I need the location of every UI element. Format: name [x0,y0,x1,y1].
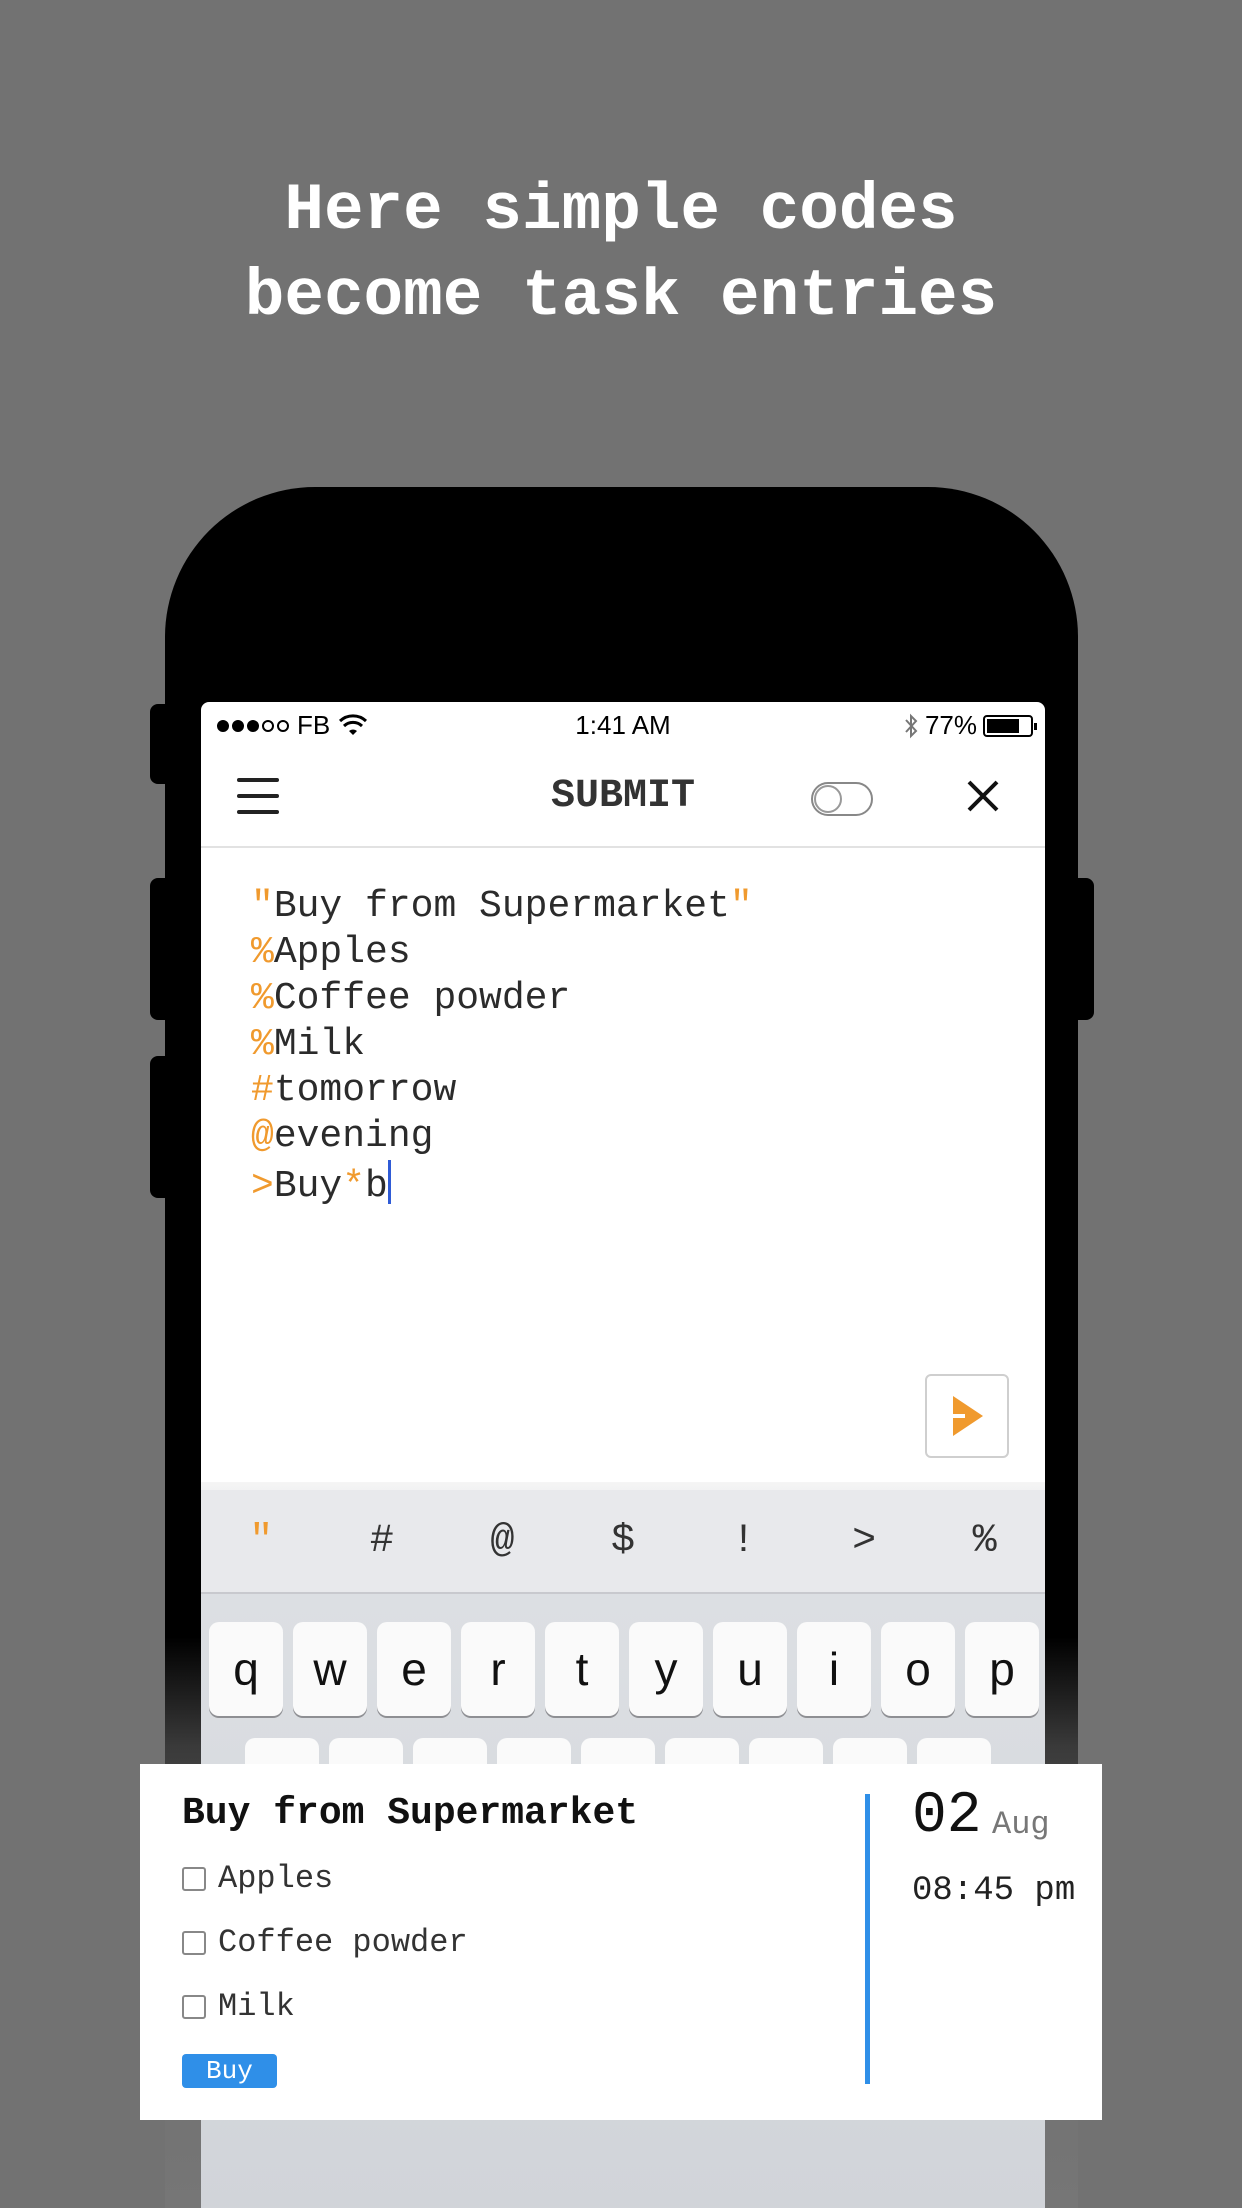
phone-silent-switch [150,704,174,784]
status-bar: FB 1:41 AM 77% [201,702,1045,748]
close-icon[interactable] [963,776,1003,816]
due-month: Aug [992,1806,1050,1843]
headline-line-2: become task entries [244,259,998,334]
card-divider [865,1794,870,2084]
key-p[interactable]: p [965,1622,1039,1716]
checkbox[interactable] [182,1866,206,1891]
shortcut-at[interactable]: @ [490,1519,514,1564]
shortcut-greater-than[interactable]: > [852,1519,876,1564]
shortcut-percent[interactable]: % [973,1519,997,1564]
task-item-label: Apples [218,1860,334,1897]
task-item[interactable]: Milk [182,1988,295,2025]
keyboard-bottom-row-faded [225,2122,1025,2202]
editor-line: @evening [251,1115,434,1158]
mode-toggle[interactable] [811,782,873,816]
key-w[interactable]: w [293,1622,367,1716]
battery-percent: 77% [924,710,977,740]
key-u[interactable]: u [713,1622,787,1716]
battery-icon [983,714,1037,737]
text-cursor [387,1160,391,1204]
key-i[interactable]: i [797,1622,871,1716]
category-tag[interactable]: Buy [182,2054,277,2088]
headline: Here simple codes become task entries [0,168,1242,340]
play-arrow-icon [951,1396,983,1436]
due-time: 08:45 pm [912,1872,1076,1910]
key-q[interactable]: q [209,1622,283,1716]
shortcut-quote[interactable]: " [249,1519,273,1564]
task-item-label: Coffee powder [218,1924,468,1961]
send-button[interactable] [925,1374,1009,1458]
phone-power-button [1070,878,1094,1020]
submit-button[interactable]: SUBMIT [201,774,1045,819]
checkbox[interactable] [182,1994,206,2019]
task-item[interactable]: Apples [182,1860,333,1897]
due-day: 02 [912,1784,982,1849]
editor-line: >Buy*b [251,1160,753,1210]
task-code-editor[interactable]: "Buy from Supermarket" %Apples %Coffee p… [251,884,753,1210]
shortcut-hash[interactable]: # [370,1519,394,1564]
editor-line: #tomorrow [251,1069,457,1112]
navbar: SUBMIT [201,748,1045,848]
key-r[interactable]: r [461,1622,535,1716]
checkbox[interactable] [182,1930,206,1955]
task-title: Buy from Supermarket [182,1792,639,1835]
editor-line: %Milk [251,1023,366,1066]
key-e[interactable]: e [377,1622,451,1716]
key-o[interactable]: o [881,1622,955,1716]
phone-volume-down [150,1056,174,1198]
task-card[interactable]: Buy from Supermarket Apples Coffee powde… [140,1764,1102,2120]
phone-volume-up [150,878,174,1020]
editor-line: %Coffee powder [251,977,571,1020]
editor-line: %Apples [251,931,411,974]
task-item-label: Milk [218,1988,295,2025]
key-t[interactable]: t [545,1622,619,1716]
headline-line-1: Here simple codes [284,173,958,248]
keyboard-row-1: q w e r t y u i o p [209,1622,1039,1716]
shortcut-dollar[interactable]: $ [611,1519,635,1564]
shortcut-bar: " # @ $ ! > % [201,1490,1045,1594]
bluetooth-icon [905,713,918,738]
shortcut-exclamation[interactable]: ! [732,1519,756,1564]
editor-line: "Buy from Supermarket" [251,885,753,928]
task-item[interactable]: Coffee powder [182,1924,468,1961]
key-y[interactable]: y [629,1622,703,1716]
